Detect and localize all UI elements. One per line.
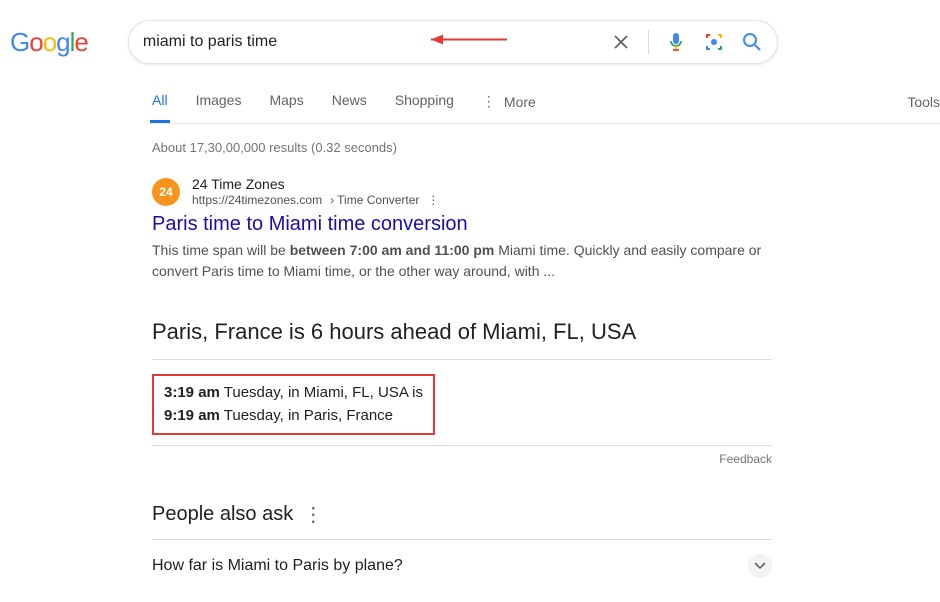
search-icon[interactable] [741, 31, 763, 53]
microphone-icon[interactable] [665, 31, 687, 53]
result-favicon: 24 [152, 178, 180, 206]
tab-all[interactable]: All [150, 82, 170, 123]
clear-icon[interactable] [610, 31, 632, 53]
result-site-name: 24 Time Zones [192, 175, 439, 193]
more-options-icon[interactable]: ⋮ [427, 193, 439, 209]
result-snippet: This time span will be between 7:00 am a… [152, 240, 772, 283]
search-bar [128, 20, 778, 64]
google-logo[interactable]: Google [10, 27, 88, 58]
tabs-row: All Images Maps News Shopping ⋮More Tool… [150, 82, 940, 124]
tools-button[interactable]: Tools [907, 84, 940, 122]
result-stats: About 17,30,00,000 results (0.32 seconds… [152, 140, 772, 155]
search-result: 24 24 Time Zones https://24timezones.com… [152, 175, 772, 283]
tab-shopping[interactable]: Shopping [393, 82, 456, 123]
feedback-link[interactable]: Feedback [719, 452, 772, 466]
time-line-2: 9:19 am Tuesday, in Paris, France [164, 405, 423, 428]
divider [648, 30, 649, 54]
tab-more[interactable]: ⋮More [480, 82, 538, 123]
result-title-link[interactable]: Paris time to Miami time conversion [152, 213, 772, 236]
search-input[interactable] [143, 33, 610, 51]
more-options-icon[interactable]: ⋮ [303, 502, 323, 527]
time-comparison-highlight: 3:19 am Tuesday, in Miami, FL, USA is 9:… [152, 374, 435, 435]
tab-images[interactable]: Images [194, 82, 244, 123]
answer-box: Paris, France is 6 hours ahead of Miami,… [152, 319, 772, 466]
time-line-1: 3:19 am Tuesday, in Miami, FL, USA is [164, 382, 423, 405]
lens-icon[interactable] [703, 31, 725, 53]
chevron-down-icon [748, 554, 772, 578]
answer-heading: Paris, France is 6 hours ahead of Miami,… [152, 319, 772, 345]
result-url: https://24timezones.com › Time Converter… [192, 193, 439, 209]
people-also-ask-heading: People also ask ⋮ [152, 502, 772, 527]
tab-maps[interactable]: Maps [267, 82, 305, 123]
tab-news[interactable]: News [330, 82, 369, 123]
paa-question[interactable]: How far is Miami to Paris by plane? [152, 539, 772, 592]
